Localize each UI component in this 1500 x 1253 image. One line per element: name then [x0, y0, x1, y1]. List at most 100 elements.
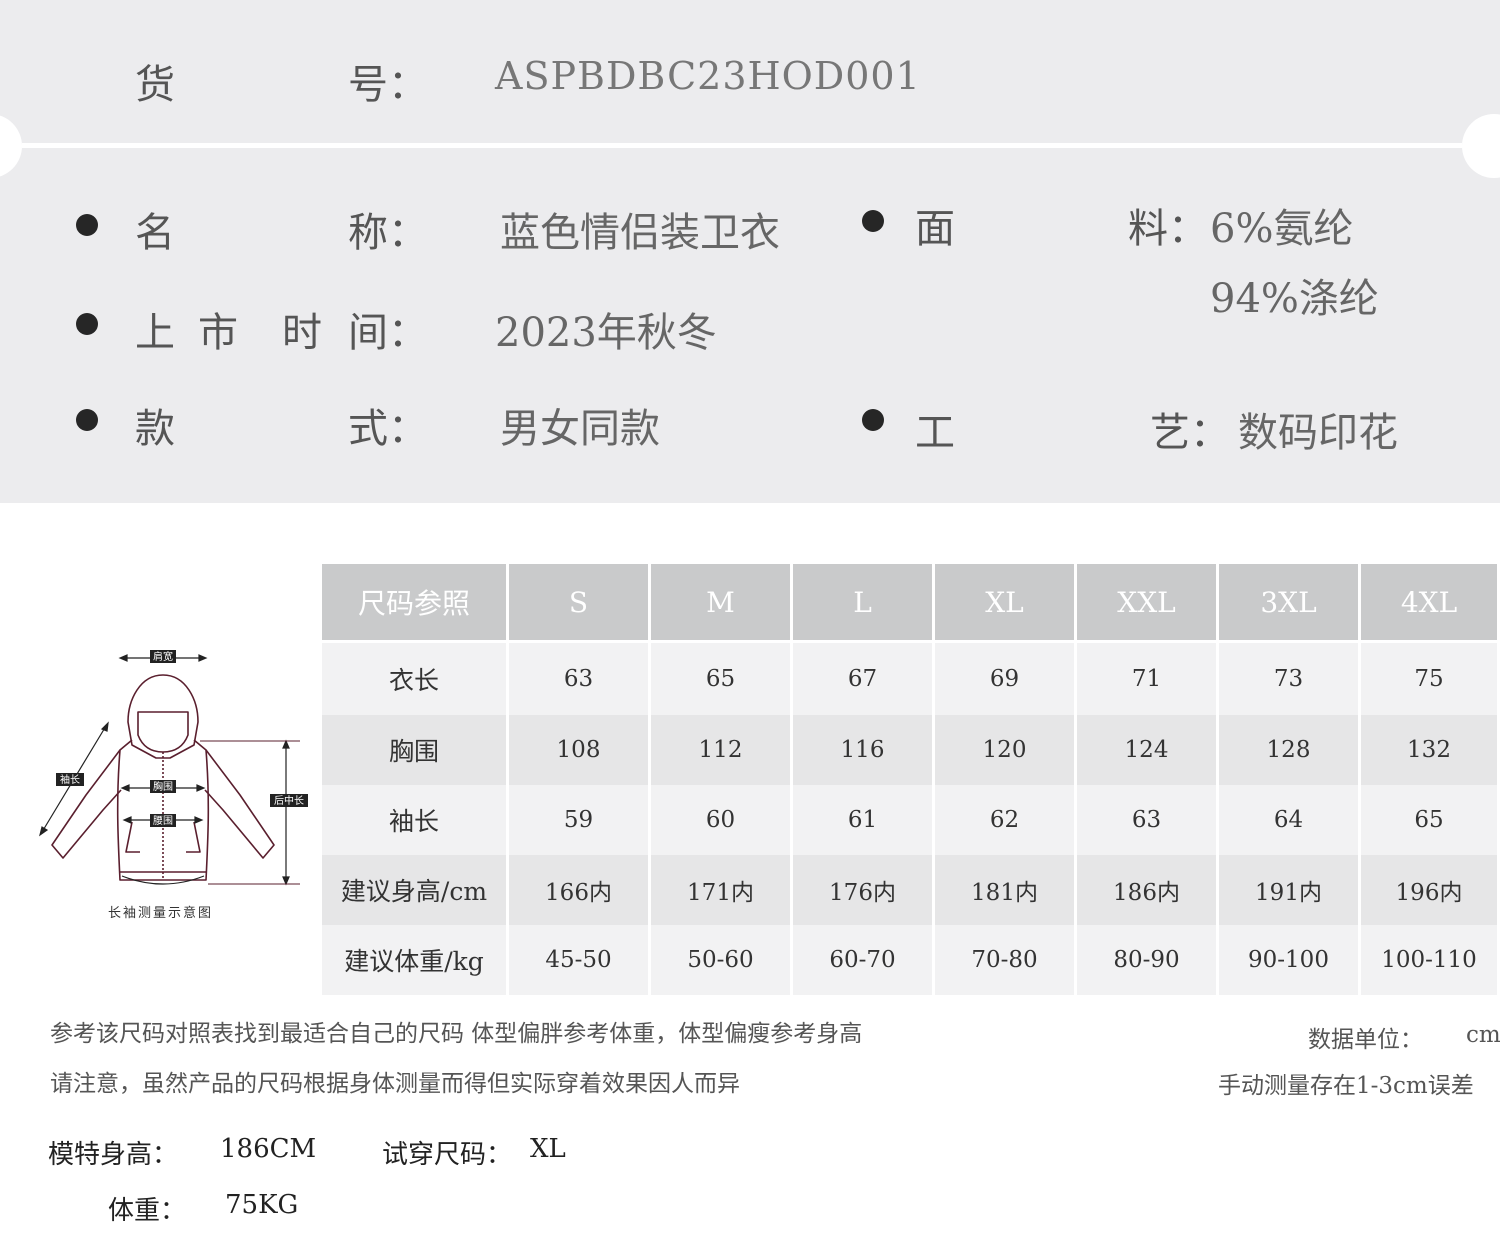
model-size-value: XL	[530, 1134, 566, 1164]
table-cell: 70-80	[935, 925, 1077, 995]
launch-label-3: 时	[282, 310, 322, 356]
table-cell: 108	[509, 715, 651, 785]
table-cell: 63	[509, 643, 651, 715]
table-cell: 62	[935, 785, 1077, 855]
launch-time: 2023年秋冬	[495, 310, 717, 356]
size-xxl: XXL	[1077, 564, 1219, 643]
launch-label-4: 间：	[348, 310, 428, 356]
bullet-icon	[76, 313, 98, 335]
row-label: 衣长	[322, 643, 509, 715]
bullet-icon	[862, 210, 884, 232]
fabric-value-polyester: 94%涤纶	[1210, 276, 1379, 322]
row-label: 建议身高/cm	[322, 855, 509, 925]
table-cell: 176内	[793, 855, 935, 925]
model-height-label: 模特身高：	[48, 1140, 179, 1170]
table-cell: 80-90	[1077, 925, 1219, 995]
table-cell: 100-110	[1361, 925, 1500, 995]
unit-value: cm	[1466, 1022, 1500, 1048]
table-cell: 60-70	[793, 925, 935, 995]
table-cell: 196内	[1361, 855, 1500, 925]
name-label-second: 称：	[348, 210, 428, 256]
waist-label: 腰围	[153, 815, 173, 827]
table-cell: 65	[651, 643, 793, 715]
size-m: M	[651, 564, 793, 643]
table-cell: 112	[651, 715, 793, 785]
table-cell: 128	[1219, 715, 1361, 785]
table-cell: 166内	[509, 855, 651, 925]
style-label-second: 式：	[348, 406, 428, 452]
size-tip-line-2: 请注意，虽然产品的尺码根据身体测量而得但实际穿着效果因人而异	[50, 1071, 740, 1097]
size-3xl: 3XL	[1219, 564, 1361, 643]
row-label: 袖长	[322, 785, 509, 855]
fabric-label-second: 料：	[1128, 206, 1208, 252]
size-header-label: 尺码参照	[322, 564, 509, 643]
table-cell: 67	[793, 643, 935, 715]
craft-value: 数码印花	[1238, 410, 1398, 456]
table-cell: 61	[793, 785, 935, 855]
fabric-value-spandex: 6%氨纶	[1210, 206, 1354, 252]
product-info-panel: 货 号： ASPBDBC23HOD001 名 称： 蓝色情侣装卫衣 面 料： 6…	[0, 0, 1500, 503]
model-size-label: 试穿尺码：	[382, 1140, 513, 1170]
table-cell: 132	[1361, 715, 1500, 785]
table-row: 袖长 59 60 61 62 63 64 65	[322, 785, 1500, 855]
size-header-row: 尺码参照 S M L XL XXL 3XL 4XL	[322, 564, 1500, 643]
table-row: 建议身高/cm 166内 171内 176内 181内 186内 191内 19…	[322, 855, 1500, 925]
size-s: S	[509, 564, 651, 643]
back-length-label: 后中长	[274, 794, 304, 807]
code-label-second: 号：	[348, 62, 428, 108]
size-4xl: 4XL	[1361, 564, 1500, 643]
bullet-icon	[862, 409, 884, 431]
hoodie-measurement-diagram: 肩宽 袖长 胸围 腰围 后中长	[39, 650, 308, 886]
table-cell: 181内	[935, 855, 1077, 925]
table-cell: 69	[935, 643, 1077, 715]
table-cell: 45-50	[509, 925, 651, 995]
diagram-caption: 长袖测量示意图	[108, 906, 214, 921]
panel-divider	[22, 143, 1462, 148]
product-name: 蓝色情侣装卫衣	[500, 210, 780, 256]
table-cell: 171内	[651, 855, 793, 925]
model-weight-value: 75KG	[225, 1190, 299, 1220]
table-cell: 50-60	[651, 925, 793, 995]
sleeve-label: 袖长	[60, 773, 80, 786]
row-label: 胸围	[322, 715, 509, 785]
size-xl: XL	[935, 564, 1077, 643]
model-weight-label: 体重：	[108, 1196, 187, 1226]
chest-label: 胸围	[153, 780, 173, 793]
table-cell: 65	[1361, 785, 1500, 855]
bullet-icon	[76, 214, 98, 236]
table-row: 建议体重/kg 45-50 50-60 60-70 70-80 80-90 90…	[322, 925, 1500, 995]
style-label-first: 款	[135, 406, 175, 452]
shoulder-label: 肩宽	[153, 650, 173, 663]
unit-label: 数据单位：	[1308, 1027, 1423, 1053]
table-cell: 59	[509, 785, 651, 855]
table-cell: 73	[1219, 643, 1361, 715]
left-notch	[0, 114, 22, 178]
style-value: 男女同款	[500, 406, 660, 452]
table-cell: 90-100	[1219, 925, 1361, 995]
size-l: L	[793, 564, 935, 643]
table-cell: 63	[1077, 785, 1219, 855]
table-cell: 124	[1077, 715, 1219, 785]
model-height-value: 186CM	[220, 1134, 317, 1164]
product-code: ASPBDBC23HOD001	[495, 54, 921, 98]
code-label-first: 货	[135, 62, 175, 108]
table-row: 胸围 108 112 116 120 124 128 132	[322, 715, 1500, 785]
fabric-label-first: 面	[915, 206, 955, 252]
craft-label-second: 艺：	[1150, 410, 1230, 456]
right-notch	[1462, 114, 1500, 178]
table-cell: 120	[935, 715, 1077, 785]
size-table: 尺码参照 S M L XL XXL 3XL 4XL 衣长 63 65 67 69…	[322, 564, 1500, 995]
measurement-error-note: 手动测量存在1-3cm误差	[1218, 1073, 1474, 1099]
table-cell: 191内	[1219, 855, 1361, 925]
table-cell: 116	[793, 715, 935, 785]
size-tip-line-1: 参考该尺码对照表找到最适合自己的尺码 体型偏胖参考体重，体型偏瘦参考身高	[50, 1021, 863, 1047]
launch-label-1: 上	[135, 310, 175, 356]
name-label-first: 名	[135, 210, 175, 256]
row-label: 建议体重/kg	[322, 925, 509, 995]
table-cell: 75	[1361, 643, 1500, 715]
table-cell: 60	[651, 785, 793, 855]
craft-label-first: 工	[915, 410, 955, 456]
table-cell: 64	[1219, 785, 1361, 855]
table-row: 衣长 63 65 67 69 71 73 75	[322, 643, 1500, 715]
table-cell: 71	[1077, 643, 1219, 715]
